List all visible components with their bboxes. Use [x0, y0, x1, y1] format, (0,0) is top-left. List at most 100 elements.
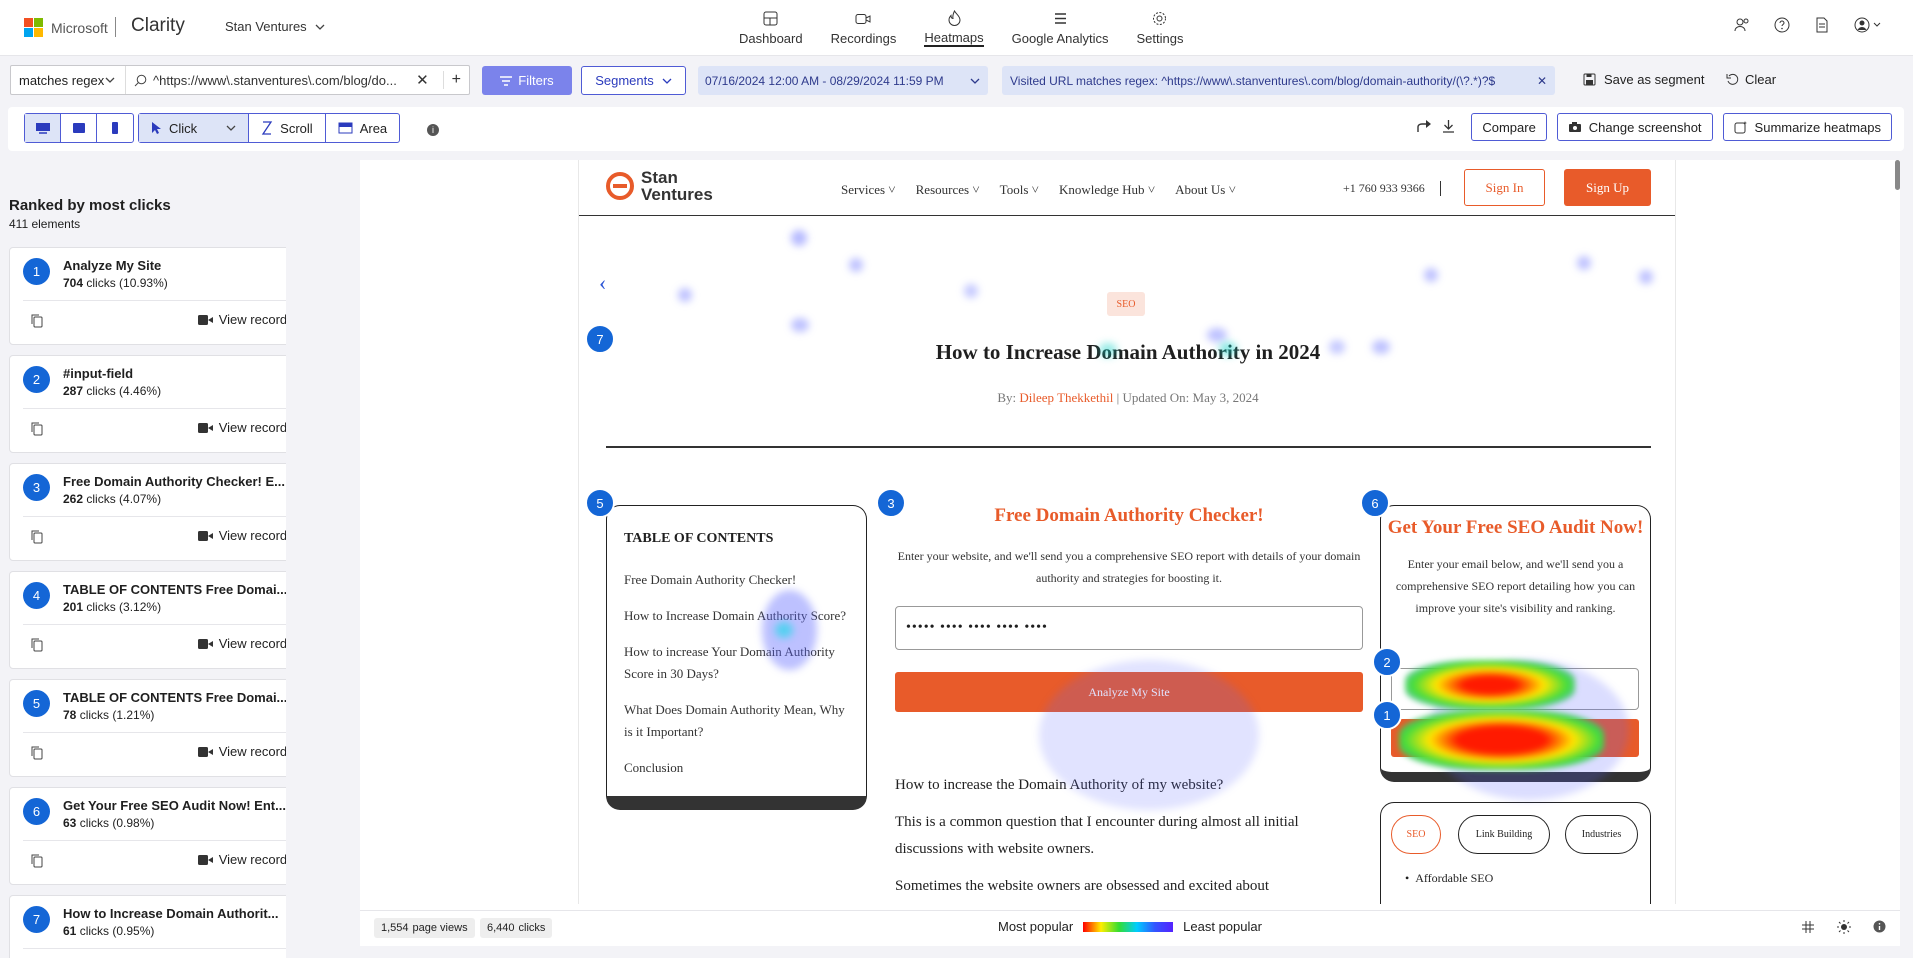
chevron-down-icon: [105, 77, 115, 83]
clear-url-icon[interactable]: ✕: [408, 71, 437, 89]
site-nav-item[interactable]: Services ˅: [841, 182, 896, 198]
info-icon[interactable]: [1873, 920, 1886, 937]
checker-input[interactable]: ••••• •••• •••• •••• ••••: [895, 606, 1363, 650]
tab-dashboard[interactable]: Dashboard: [725, 0, 817, 56]
microsoft-logo[interactable]: Microsoft: [24, 18, 108, 37]
article-title: How to Increase Domain Authority in 2024: [935, 340, 1321, 364]
ranked-element-card[interactable]: 4 TABLE OF CONTENTS Free Domai... 201 clic…: [9, 571, 286, 669]
view-recordings-label: View recordings: [218, 420, 286, 435]
desktop-button[interactable]: [25, 114, 61, 142]
layers-icon[interactable]: [1801, 920, 1815, 937]
compare-button[interactable]: Compare: [1471, 113, 1547, 141]
toc-item[interactable]: Conclusion: [624, 757, 849, 779]
copy-icon[interactable]: [31, 854, 43, 873]
url-input[interactable]: ^https://www\.stanventures\.com/blog/do.…: [126, 71, 469, 89]
site-nav-item[interactable]: About Us ˅: [1175, 182, 1236, 198]
tag-industries[interactable]: Industries: [1565, 815, 1638, 854]
view-recordings-link[interactable]: View recordings: [197, 528, 286, 543]
share-icon[interactable]: [1417, 119, 1432, 136]
info-icon[interactable]: i: [427, 124, 439, 136]
view-recordings-link[interactable]: View recordings: [197, 312, 286, 327]
tag-seo[interactable]: SEO: [1391, 815, 1441, 854]
site-phone: +1 760 933 9366: [1343, 181, 1441, 196]
tag-link-building[interactable]: Link Building: [1458, 815, 1550, 854]
site-nav-item[interactable]: Tools ˅: [1000, 182, 1039, 198]
view-recordings-link[interactable]: View recordings: [197, 852, 286, 867]
add-filter-icon[interactable]: +: [442, 71, 469, 89]
site-sign-up[interactable]: Sign Up: [1564, 169, 1651, 206]
rank-marker[interactable]: 2: [1372, 647, 1402, 677]
copy-icon[interactable]: [31, 638, 43, 657]
desktop-icon: [35, 123, 50, 134]
ranked-element-card[interactable]: 6 Get Your Free SEO Audit Now! Ent... 63 c…: [9, 787, 286, 885]
tablet-icon: [72, 123, 85, 133]
ranked-element-card[interactable]: 1 Analyze My Site 704 clicks (10.93%) View …: [9, 247, 286, 345]
toc-item[interactable]: Free Domain Authority Checker!: [624, 569, 849, 591]
rank-marker[interactable]: 6: [1360, 488, 1390, 518]
summarize-heatmaps-button[interactable]: Summarize heatmaps: [1722, 113, 1892, 141]
filters-button[interactable]: Filters: [482, 66, 572, 95]
search-icon: [134, 74, 147, 86]
copy-icon[interactable]: [31, 314, 43, 333]
help-icon[interactable]: [1773, 16, 1791, 34]
scroll-mode-button[interactable]: Scroll: [249, 114, 326, 142]
area-mode-button[interactable]: Area: [326, 114, 399, 142]
operator-dropdown[interactable]: matches regex: [11, 66, 126, 94]
tab-settings[interactable]: Settings: [1122, 0, 1197, 56]
toc-item[interactable]: How to increase Your Domain Authority Sc…: [624, 641, 849, 685]
heat-legend: Most popular Least popular: [998, 919, 1262, 934]
view-recordings-link[interactable]: View recordings: [197, 636, 286, 651]
ranked-element-card[interactable]: 5 TABLE OF CONTENTS Free Domai... 78 click…: [9, 679, 286, 777]
site-sign-in[interactable]: Sign In: [1464, 169, 1545, 206]
rank-marker[interactable]: 5: [585, 488, 615, 518]
ranked-element-card[interactable]: 2 #input-field 287 clicks (4.46%) View reco…: [9, 355, 286, 453]
legend-gradient: [1083, 921, 1174, 932]
brightness-icon[interactable]: [1837, 920, 1851, 937]
view-recordings-link[interactable]: View recordings: [197, 420, 286, 435]
mobile-button[interactable]: [97, 114, 133, 142]
document-icon[interactable]: [1813, 16, 1831, 34]
click-mode-button[interactable]: Click: [139, 114, 250, 142]
site-nav-item[interactable]: Knowledge Hub ˅: [1059, 182, 1155, 198]
tag-list-item: • Affordable SEO: [1405, 871, 1494, 885]
view-recordings-link[interactable]: View recordings: [197, 744, 286, 759]
change-screenshot-button[interactable]: Change screenshot: [1556, 113, 1713, 141]
copy-icon[interactable]: [31, 530, 43, 549]
url-filter-chip[interactable]: Visited URL matches regex: ^https://www\…: [1002, 66, 1555, 95]
heat-spot: [1329, 340, 1345, 354]
download-icon[interactable]: [1442, 119, 1455, 136]
site-nav-item[interactable]: Resources ˅: [916, 182, 980, 198]
remove-chip-icon[interactable]: ✕: [1537, 74, 1547, 88]
rank-badge: 4: [23, 582, 50, 609]
account-icon[interactable]: [1853, 16, 1883, 34]
top-right-actions: [1733, 16, 1883, 34]
share-users-icon[interactable]: [1733, 16, 1751, 34]
rank-badge: 5: [23, 690, 50, 717]
canvas-scrollbar[interactable]: [1895, 160, 1900, 190]
save-segment-button[interactable]: Save as segment: [1583, 72, 1704, 87]
ranked-element-card[interactable]: 3 Free Domain Authority Checker! E... 262 …: [9, 463, 286, 561]
ranked-element-card[interactable]: 7 How to Increase Domain Authorit... 61 cl…: [9, 895, 286, 958]
byline-prefix: By:: [997, 390, 1017, 405]
tablet-button[interactable]: [61, 114, 97, 142]
heat-spot: [1207, 328, 1227, 342]
heat-spot: [1639, 270, 1653, 284]
device-toggle: [24, 113, 134, 143]
copy-icon[interactable]: [31, 746, 43, 765]
rank-marker[interactable]: 7: [585, 324, 615, 354]
author-link[interactable]: Dileep Thekkethil: [1019, 390, 1113, 405]
date-range-picker[interactable]: 07/16/2024 12:00 AM - 08/29/2024 11:59 P…: [698, 66, 988, 95]
heat-spot: [1399, 710, 1604, 770]
back-arrow-icon[interactable]: ‹: [599, 270, 606, 296]
rank-marker[interactable]: 1: [1372, 700, 1402, 730]
tab-google-analytics[interactable]: Google Analytics: [998, 0, 1123, 56]
clear-button[interactable]: Clear: [1726, 72, 1776, 87]
tab-recordings[interactable]: Recordings: [817, 0, 911, 56]
toc-item[interactable]: What Does Domain Authority Mean, Why is …: [624, 699, 849, 743]
rank-marker[interactable]: 3: [876, 488, 906, 518]
tab-heatmaps[interactable]: Heatmaps: [910, 0, 997, 56]
project-selector[interactable]: Stan Ventures: [225, 19, 325, 34]
segments-button[interactable]: Segments: [581, 66, 686, 95]
copy-icon[interactable]: [31, 422, 43, 441]
click-pct: clicks (4.46%): [86, 384, 162, 398]
